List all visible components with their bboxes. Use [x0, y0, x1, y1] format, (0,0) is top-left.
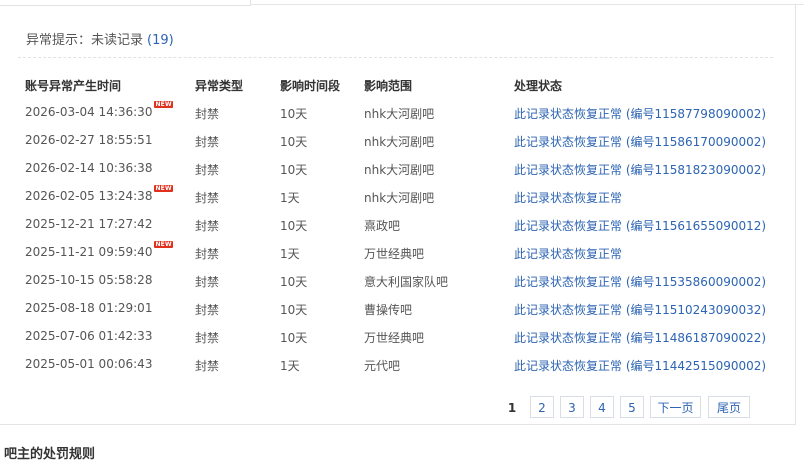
table-row: 2025-08-18 01:29:01 封禁 10天 曹操传吧 此记录状态恢复正常 (编…: [0, 301, 795, 317]
row-scope: nhk大河剧吧: [364, 107, 435, 121]
row-time: 2026-02-05 13:24:38NEW: [25, 185, 173, 203]
table-row: 2025-10-15 05:58:28 封禁 10天 意大利国家队吧 此记录状态恢复正常…: [0, 273, 795, 289]
table-row: 2025-05-01 00:06:43 封禁 1天 元代吧 此记录状态恢复正常 (编号1…: [0, 357, 795, 373]
row-scope: 意大利国家队吧: [364, 275, 449, 289]
row-scope: 熹政吧: [364, 219, 401, 233]
row-status[interactable]: 此记录状态恢复正常: [514, 245, 622, 262]
page-2[interactable]: 2: [530, 396, 554, 418]
records-panel: 异常提示：未读记录 (19) 账号异常产生时间 异常类型 影响时间段 影响范围 处…: [0, 4, 796, 425]
penalty-rules-title: 吧主的处罚规则: [4, 447, 96, 462]
row-time-text: 2025-12-21 17:27:42: [25, 217, 153, 231]
page-1: 1: [501, 396, 523, 418]
row-time: 2026-02-27 18:55:51: [25, 133, 152, 147]
page-5[interactable]: 5: [620, 396, 644, 418]
row-type: 封禁: [195, 359, 220, 373]
table-row: 2026-02-05 13:24:38NEW 封禁 1天 nhk大河剧吧 此记录状态恢复…: [0, 185, 795, 206]
new-badge: NEW: [154, 185, 173, 192]
last-page-button[interactable]: 尾页: [708, 396, 750, 418]
row-time-text: 2026-03-04 14:36:30: [25, 105, 153, 119]
row-scope: nhk大河剧吧: [364, 163, 435, 177]
dashed-divider: [18, 57, 773, 58]
row-duration: 10天: [280, 163, 308, 177]
table-header: 账号异常产生时间 异常类型 影响时间段 影响范围 处理状态: [0, 77, 795, 93]
table-row: 2025-12-21 17:27:42 封禁 10天 熹政吧 此记录状态恢复正常 (编号…: [0, 217, 795, 233]
row-scope: nhk大河剧吧: [364, 191, 435, 205]
row-duration: 1天: [280, 247, 300, 261]
row-type: 封禁: [195, 219, 220, 233]
row-status[interactable]: 此记录状态恢复正常 (编号11486187090022): [514, 329, 766, 346]
table-row: 2026-02-27 18:55:51 封禁 10天 nhk大河剧吧 此记录状态恢复正常…: [0, 133, 795, 149]
row-time-text: 2026-02-05 13:24:38: [25, 189, 153, 203]
row-status[interactable]: 此记录状态恢复正常 (编号11442515090002): [514, 357, 766, 374]
next-page-button[interactable]: 下一页: [650, 396, 701, 418]
unread-count[interactable]: (19): [147, 33, 174, 48]
row-duration: 1天: [280, 359, 300, 373]
row-time: 2025-11-21 09:59:40NEW: [25, 241, 173, 259]
row-scope: 曹操传吧: [364, 303, 413, 317]
row-duration: 10天: [280, 107, 308, 121]
row-type: 封禁: [195, 107, 220, 121]
row-duration: 10天: [280, 135, 308, 149]
row-type: 封禁: [195, 191, 220, 205]
col-header-time: 账号异常产生时间: [25, 79, 122, 93]
page-4[interactable]: 4: [590, 396, 614, 418]
row-type: 封禁: [195, 303, 220, 317]
table-row: 2026-02-14 10:36:38 封禁 10天 nhk大河剧吧 此记录状态恢复正常…: [0, 161, 795, 177]
row-time-text: 2025-10-15 05:58:28: [25, 273, 153, 287]
row-status[interactable]: 此记录状态恢复正常 (编号11586170090002): [514, 133, 766, 150]
row-type: 封禁: [195, 163, 220, 177]
row-status[interactable]: 此记录状态恢复正常 (编号11587798090002): [514, 105, 766, 122]
table-row: 2025-11-21 09:59:40NEW 封禁 1天 万世经典吧 此记录状态恢复正常: [0, 241, 795, 262]
table-row: 2026-03-04 14:36:30NEW 封禁 10天 nhk大河剧吧 此记录状态恢…: [0, 101, 795, 122]
row-time-text: 2025-08-18 01:29:01: [25, 301, 153, 315]
row-time: 2026-03-04 14:36:30NEW: [25, 101, 173, 119]
notice-label: 异常提示：未读记录: [26, 33, 144, 48]
col-header-scope: 影响范围: [364, 79, 413, 93]
row-type: 封禁: [195, 247, 220, 261]
new-badge: NEW: [154, 101, 173, 108]
row-time-text: 2025-11-21 09:59:40: [25, 245, 153, 259]
col-header-status: 处理状态: [514, 79, 563, 93]
row-scope: 元代吧: [364, 359, 401, 373]
row-time: 2026-02-14 10:36:38: [25, 161, 152, 175]
row-type: 封禁: [195, 331, 220, 345]
row-scope: 万世经典吧: [364, 331, 425, 345]
row-status[interactable]: 此记录状态恢复正常: [514, 189, 622, 206]
col-header-type: 异常类型: [195, 79, 244, 93]
row-scope: 万世经典吧: [364, 247, 425, 261]
row-status[interactable]: 此记录状态恢复正常 (编号11510243090032): [514, 301, 766, 318]
row-status[interactable]: 此记录状态恢复正常 (编号11581823090002): [514, 161, 766, 178]
unread-notice: 异常提示：未读记录 (19): [26, 29, 174, 48]
col-header-duration: 影响时间段: [280, 79, 341, 93]
row-type: 封禁: [195, 275, 220, 289]
row-duration: 10天: [280, 303, 308, 317]
row-scope: nhk大河剧吧: [364, 135, 435, 149]
row-type: 封禁: [195, 135, 220, 149]
new-badge: NEW: [154, 241, 173, 248]
page-3[interactable]: 3: [560, 396, 584, 418]
row-duration: 10天: [280, 275, 308, 289]
row-status[interactable]: 此记录状态恢复正常 (编号11535860090002): [514, 273, 766, 290]
row-time: 2025-10-15 05:58:28: [25, 273, 152, 287]
row-time: 2025-07-06 01:42:33: [25, 329, 152, 343]
row-time: 2025-12-21 17:27:42: [25, 217, 152, 231]
row-status[interactable]: 此记录状态恢复正常 (编号11561655090012): [514, 217, 766, 234]
table-row: 2025-07-06 01:42:33 封禁 10天 万世经典吧 此记录状态恢复正常 (…: [0, 329, 795, 345]
row-time: 2025-05-01 00:06:43: [25, 357, 152, 371]
row-duration: 10天: [280, 331, 308, 345]
row-time-text: 2026-02-27 18:55:51: [25, 133, 153, 147]
row-time-text: 2026-02-14 10:36:38: [25, 161, 153, 175]
row-time: 2025-08-18 01:29:01: [25, 301, 152, 315]
row-time-text: 2025-05-01 00:06:43: [25, 357, 153, 371]
row-time-text: 2025-07-06 01:42:33: [25, 329, 153, 343]
row-duration: 10天: [280, 219, 308, 233]
row-duration: 1天: [280, 191, 300, 205]
